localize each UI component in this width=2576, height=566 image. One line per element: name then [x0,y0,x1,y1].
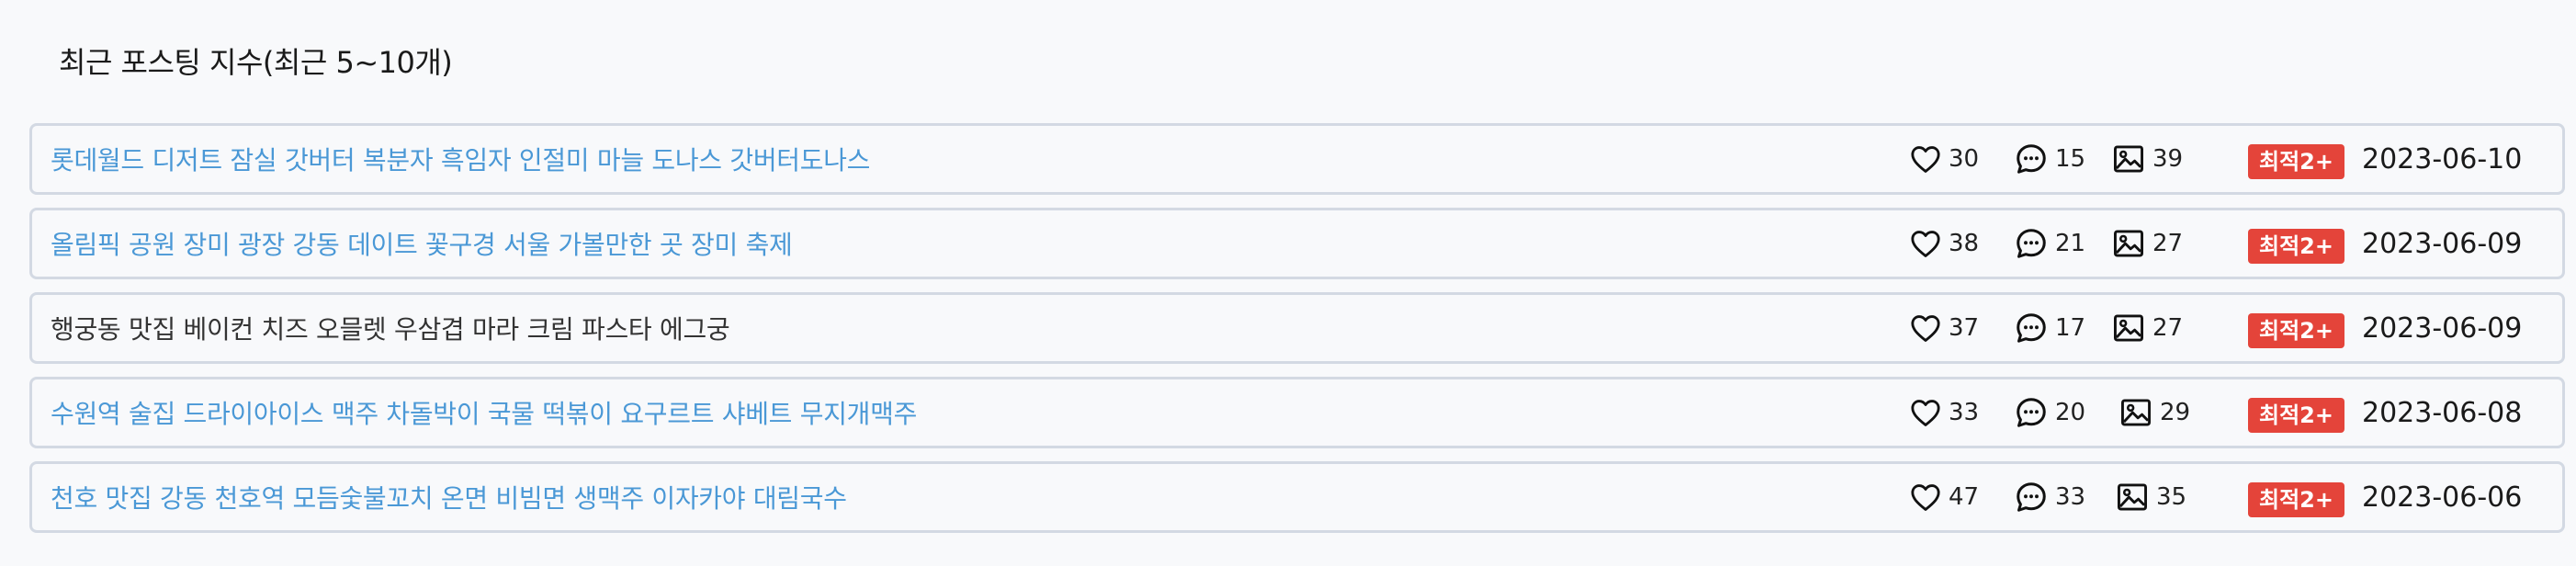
image-icon [2121,399,2151,426]
likes-count: 37 [1949,314,1980,342]
rank-badge: 최적2+ [2248,482,2344,517]
post-date: 2023-06-08 [2362,396,2523,429]
post-row[interactable]: 올림픽 공원 장미 광장 강동 데이트 꽃구경 서울 가볼만한 곳 장미 축제 … [29,208,2565,279]
comment-icon [2017,229,2046,258]
images-count: 35 [2156,483,2187,511]
heart-icon [1911,484,1940,511]
comments-stat: 15 [2015,126,2085,192]
images-stat: 29 [2119,379,2190,446]
post-title-link[interactable]: 천호 맛집 강동 천호역 모듬숯불꼬치 온면 비빔면 생맥주 이자카야 대림국수 [51,479,847,515]
images-count: 39 [2152,145,2184,173]
heart-icon [1911,400,1940,426]
post-title-link[interactable]: 행궁동 맛집 베이컨 치즈 오믈렛 우삼겹 마라 크림 파스타 에그궁 [51,310,730,346]
post-row[interactable]: 천호 맛집 강동 천호역 모듬숯불꼬치 온면 비빔면 생맥주 이자카야 대림국수… [29,461,2565,533]
image-icon [2114,145,2143,173]
comments-count: 33 [2055,483,2086,511]
likes-stat: 38 [1910,210,1979,277]
rank-badge: 최적2+ [2248,398,2344,433]
image-icon [2114,314,2143,342]
rank-badge: 최적2+ [2248,313,2344,348]
post-title-link[interactable]: 올림픽 공원 장미 광장 강동 데이트 꽃구경 서울 가볼만한 곳 장미 축제 [51,225,793,262]
likes-stat: 30 [1910,126,1979,192]
comment-icon [2017,398,2046,427]
image-icon [2114,230,2143,257]
rank-badge: 최적2+ [2248,229,2344,264]
recent-posting-panel: 최근 포스팅 지수(최근 5~10개) 롯데월드 디저트 잠실 갓버터 복분자 … [0,0,2576,566]
likes-stat: 47 [1910,464,1979,530]
post-list: 롯데월드 디저트 잠실 갓버터 복분자 흑임자 인절미 마늘 도나스 갓버터도나… [29,123,2565,533]
image-icon [2118,483,2147,511]
post-date: 2023-06-06 [2362,481,2523,514]
likes-stat: 37 [1910,295,1979,361]
section-title: 최근 포스팅 지수(최근 5~10개) [59,45,453,80]
heart-icon [1911,146,1940,173]
post-date: 2023-06-09 [2362,227,2523,260]
likes-count: 47 [1949,483,1980,511]
comments-count: 15 [2055,145,2086,173]
likes-count: 33 [1949,399,1980,426]
images-stat: 35 [2116,464,2186,530]
heart-icon [1911,231,1940,257]
comment-icon [2017,144,2046,174]
comments-stat: 33 [2015,464,2085,530]
post-row[interactable]: 수원역 술집 드라이아이스 맥주 차돌박이 국물 떡볶이 요구르트 샤베트 무지… [29,377,2565,448]
images-stat: 27 [2112,210,2183,277]
post-title-link[interactable]: 롯데월드 디저트 잠실 갓버터 복분자 흑임자 인절미 마늘 도나스 갓버터도나… [51,141,870,177]
likes-count: 30 [1949,145,1980,173]
rank-badge: 최적2+ [2248,144,2344,179]
comments-stat: 21 [2015,210,2085,277]
comment-icon [2017,313,2046,343]
images-count: 27 [2152,314,2184,342]
likes-stat: 33 [1910,379,1979,446]
images-count: 29 [2160,399,2191,426]
comments-count: 20 [2055,399,2086,426]
images-stat: 27 [2112,295,2183,361]
post-row[interactable]: 행궁동 맛집 베이컨 치즈 오믈렛 우삼겹 마라 크림 파스타 에그궁 37 1… [29,292,2565,364]
likes-count: 38 [1949,230,1980,257]
comments-count: 17 [2055,314,2086,342]
post-title-link[interactable]: 수원역 술집 드라이아이스 맥주 차돌박이 국물 떡볶이 요구르트 샤베트 무지… [51,394,917,431]
comments-stat: 20 [2015,379,2085,446]
comment-icon [2017,482,2046,512]
post-date: 2023-06-09 [2362,311,2523,345]
post-row[interactable]: 롯데월드 디저트 잠실 갓버터 복분자 흑임자 인절미 마늘 도나스 갓버터도나… [29,123,2565,195]
images-count: 27 [2152,230,2184,257]
post-date: 2023-06-10 [2362,142,2523,175]
comments-count: 21 [2055,230,2086,257]
images-stat: 39 [2112,126,2183,192]
comments-stat: 17 [2015,295,2085,361]
heart-icon [1911,315,1940,342]
